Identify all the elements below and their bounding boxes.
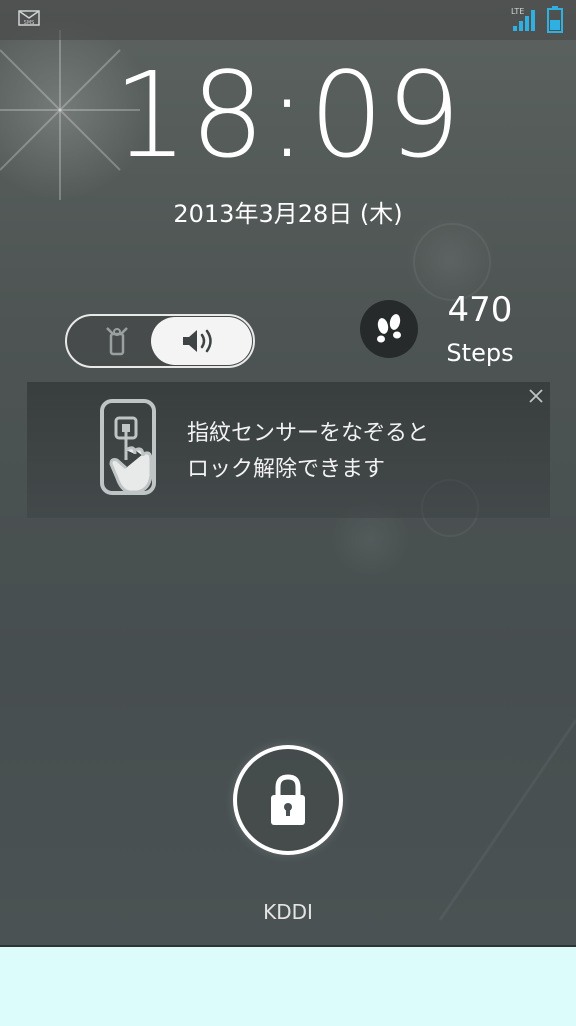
speaker-icon — [183, 329, 212, 353]
unlock-button[interactable] — [233, 745, 343, 855]
lock-icon — [271, 774, 305, 825]
footprints-icon — [377, 314, 401, 343]
close-icon[interactable] — [528, 388, 544, 404]
bottom-strip — [0, 945, 576, 1026]
status-bar: SMS LTE — [0, 0, 576, 40]
step-unit: Steps — [446, 339, 514, 367]
notice-line-1: 指紋センサーをなぞると — [187, 421, 430, 446]
vibrate-icon — [106, 327, 128, 356]
lockscreen-date: 2013年3月28日 (木) — [173, 200, 403, 228]
battery-icon — [547, 6, 563, 33]
carrier-label: KDDI — [263, 900, 313, 924]
sound-mode-knob[interactable] — [151, 317, 252, 365]
sound-mode-toggle[interactable] — [65, 314, 255, 368]
lte-signal-icon: LTE — [511, 7, 535, 31]
svg-text:SMS: SMS — [24, 20, 35, 26]
notice-line-2: ロック解除できます — [187, 457, 386, 482]
svg-text:LTE: LTE — [511, 7, 524, 16]
fingerprint-swipe-icon — [100, 399, 156, 495]
pedometer-button[interactable] — [360, 300, 418, 358]
lockscreen-clock: 18:09 — [112, 46, 464, 184]
step-count: 470 — [447, 290, 513, 330]
lockscreen-background: SMS LTE 18:09 2013年3月28日 (木) 470 Steps 指… — [0, 0, 576, 945]
sms-icon: SMS — [18, 10, 40, 26]
notice-message: 指紋センサーをなぞると ロック解除できます — [187, 416, 527, 488]
fingerprint-notice: 指紋センサーをなぞると ロック解除できます — [27, 382, 550, 518]
